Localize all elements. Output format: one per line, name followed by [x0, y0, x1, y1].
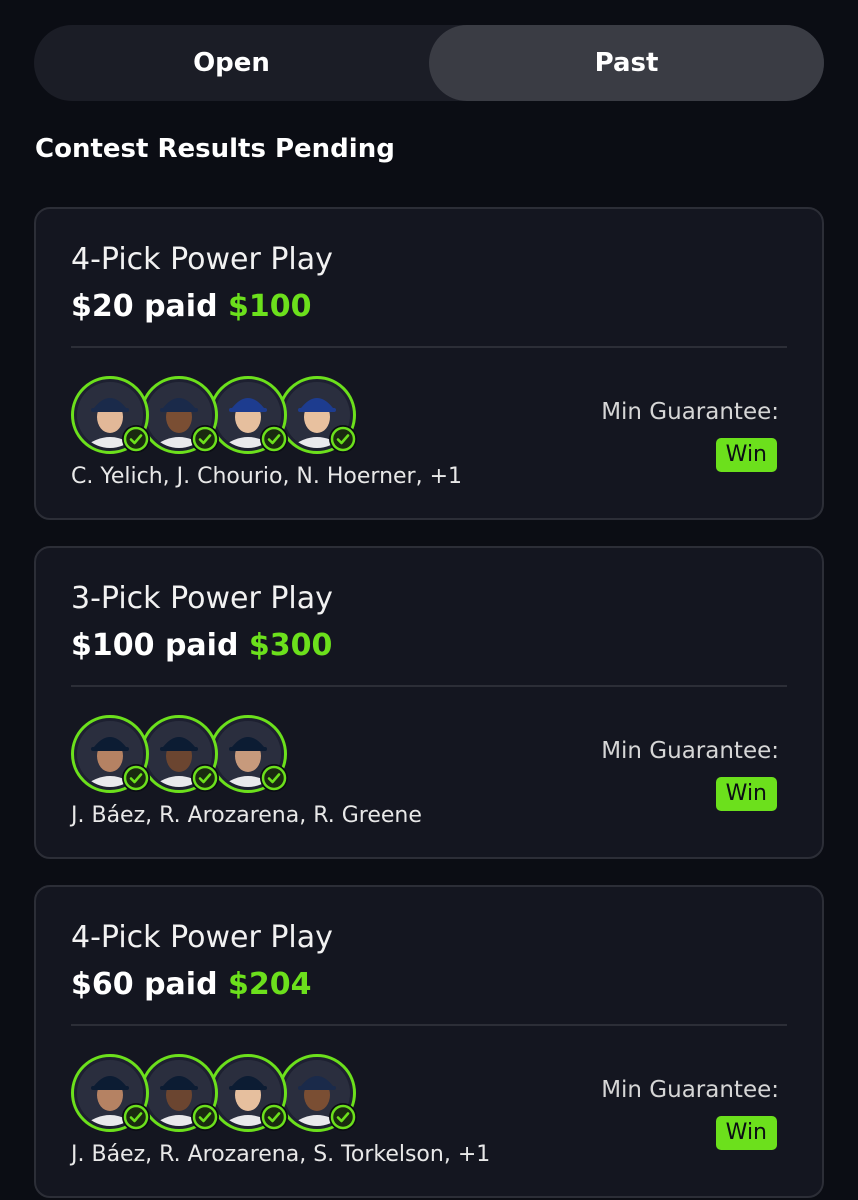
player-avatar [71, 715, 150, 793]
check-icon [122, 425, 150, 453]
players-list: J. Báez, R. Arozarena, S. Torkelson, +1 [71, 1142, 491, 1167]
check-icon [122, 764, 150, 792]
contest-amount: $20 paid $100 [71, 289, 312, 324]
player-avatar [140, 1054, 219, 1132]
check-icon [260, 764, 288, 792]
section-title: Contest Results Pending [35, 134, 395, 164]
card-divider [71, 685, 787, 687]
players-list: J. Báez, R. Arozarena, R. Greene [71, 803, 422, 828]
player-avatar [209, 376, 288, 454]
payout-amount: $100 [228, 289, 312, 324]
segmented-tabs: Open Past [34, 25, 824, 101]
player-avatar [278, 1054, 357, 1132]
min-guarantee-label: Min Guarantee: [601, 738, 779, 764]
check-icon [122, 1103, 150, 1131]
contest-amount: $60 paid $204 [71, 967, 312, 1002]
contest-card[interactable]: 3-Pick Power Play $100 paid $300 J. Báez… [34, 546, 824, 859]
stake-amount: $20 paid [71, 289, 218, 324]
check-icon [260, 425, 288, 453]
payout-amount: $300 [248, 628, 333, 663]
min-guarantee-label: Min Guarantee: [601, 399, 779, 425]
contest-title: 4-Pick Power Play [71, 920, 333, 955]
payout-amount: $204 [228, 967, 312, 1002]
players-list: C. Yelich, J. Chourio, N. Hoerner, +1 [71, 464, 463, 489]
tab-past[interactable]: Past [429, 25, 824, 101]
card-divider [71, 346, 787, 348]
contest-card[interactable]: 4-Pick Power Play $20 paid $100 C. Yelic… [34, 207, 824, 520]
stake-amount: $100 paid [71, 628, 239, 663]
contest-card[interactable]: 4-Pick Power Play $60 paid $204 J. Báez,… [34, 885, 824, 1198]
check-icon [260, 1103, 288, 1131]
tab-open[interactable]: Open [34, 25, 429, 101]
player-avatar [140, 715, 219, 793]
contest-title: 3-Pick Power Play [71, 581, 333, 616]
check-icon [329, 425, 357, 453]
player-avatar [71, 1054, 150, 1132]
check-icon [329, 1103, 357, 1131]
check-icon [191, 1103, 219, 1131]
player-avatar [140, 376, 219, 454]
result-badge: Win [715, 1116, 777, 1150]
player-avatar [209, 715, 288, 793]
result-badge: Win [715, 777, 777, 811]
player-avatar [209, 1054, 288, 1132]
contest-title: 4-Pick Power Play [71, 242, 333, 277]
card-divider [71, 1024, 787, 1026]
result-badge: Win [715, 438, 777, 472]
check-icon [191, 425, 219, 453]
check-icon [191, 764, 219, 792]
stake-amount: $60 paid [71, 967, 218, 1002]
contest-amount: $100 paid $300 [71, 628, 332, 663]
player-avatar [278, 376, 357, 454]
min-guarantee-label: Min Guarantee: [601, 1077, 779, 1103]
player-avatar [71, 376, 150, 454]
